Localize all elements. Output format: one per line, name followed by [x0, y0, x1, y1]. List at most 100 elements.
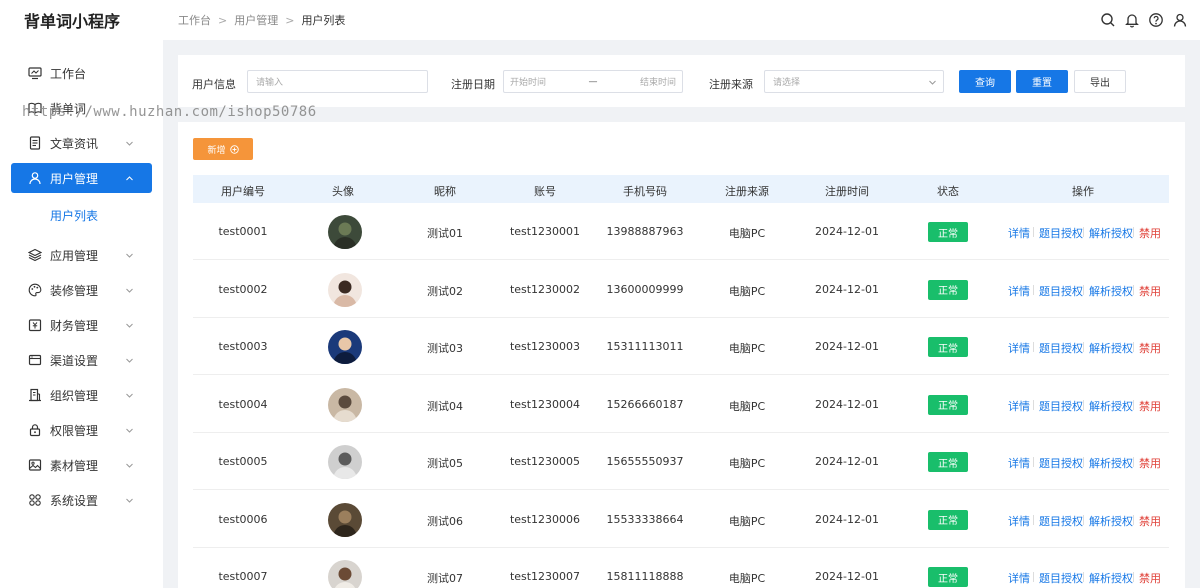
sidebar-item-user-management[interactable]: 用户管理: [11, 163, 152, 193]
bell-icon[interactable]: [1124, 12, 1140, 28]
sidebar-item-organization[interactable]: 组织管理: [11, 380, 152, 410]
export-button[interactable]: 导出: [1074, 70, 1126, 93]
date-range-separator: —: [588, 76, 598, 87]
chevron-down-icon: [929, 80, 936, 85]
detail-link[interactable]: 详情: [1008, 225, 1030, 241]
detail-link[interactable]: 详情: [1008, 455, 1030, 471]
status-badge: 正常: [928, 509, 968, 530]
user-info-input[interactable]: 请输入: [247, 70, 428, 93]
sidebar-item-material[interactable]: 素材管理: [11, 450, 152, 480]
cell-source: 电脑PC: [728, 227, 766, 240]
monitor-icon: [28, 66, 42, 80]
cell-user-id: test0005: [218, 455, 268, 468]
cell-nickname: 测试02: [427, 284, 463, 298]
sidebar-item-articles[interactable]: 文章资讯: [11, 128, 152, 158]
cell-account: test1230005: [509, 455, 581, 468]
sidebar-item-permission[interactable]: 权限管理: [11, 415, 152, 445]
sidebar-item-app-management[interactable]: 应用管理: [11, 240, 152, 270]
analysis-auth-link[interactable]: 解析授权: [1089, 398, 1133, 414]
channel-icon: [28, 353, 42, 367]
disable-link[interactable]: 禁用: [1139, 340, 1161, 356]
action-separator: [1033, 342, 1034, 352]
sidebar-item-label: 装修管理: [50, 283, 99, 298]
sidebar-item-channel[interactable]: 渠道设置: [11, 345, 152, 375]
date-range-picker[interactable]: 开始时间 — 结束时间: [503, 70, 683, 93]
action-separator: [1033, 284, 1034, 295]
action-separator: [1133, 284, 1134, 295]
building-icon: [28, 388, 42, 402]
analysis-auth-link[interactable]: 解析授权: [1089, 513, 1133, 529]
header-col-account: 账号: [534, 185, 556, 198]
sidebar-item-finance[interactable]: 财务管理: [11, 310, 152, 340]
cell-reg-time: 2024-12-01: [815, 455, 879, 468]
end-date-placeholder[interactable]: 结束时间: [640, 75, 676, 88]
disable-link[interactable]: 禁用: [1139, 455, 1161, 471]
table-row: test0003 测试03 test1230003 15311113011 电脑PC 20…: [193, 318, 1169, 375]
sidebar-item-system-settings[interactable]: 系统设置: [11, 485, 152, 515]
breadcrumb-workbench[interactable]: 工作台: [178, 12, 211, 28]
sidebar-item-label: 素材管理: [50, 458, 99, 473]
disable-link[interactable]: 禁用: [1139, 283, 1161, 299]
analysis-auth-link[interactable]: 解析授权: [1089, 570, 1133, 586]
action-separator: [1083, 457, 1084, 467]
search-icon[interactable]: [1100, 12, 1116, 28]
question-auth-link[interactable]: 题目授权: [1039, 225, 1083, 241]
disable-link[interactable]: 禁用: [1139, 398, 1161, 414]
chevron-down-icon: [126, 253, 133, 258]
header-col-user-id: 用户编号: [221, 185, 265, 198]
header-col-reg-time: 注册时间: [825, 185, 869, 198]
chevron-down-icon: [126, 463, 133, 468]
source-placeholder: 请选择: [773, 78, 801, 88]
user-table-panel: 新增 用户编号 头像 昵称 账号 手机号码 注册来源 注册时间 状态 操作 test0001 测试…: [178, 122, 1185, 588]
analysis-auth-link[interactable]: 解析授权: [1089, 340, 1133, 356]
header-col-source: 注册来源: [725, 185, 769, 198]
chevron-down-icon: [126, 428, 133, 433]
detail-link[interactable]: 详情: [1008, 570, 1030, 586]
detail-link[interactable]: 详情: [1008, 398, 1030, 414]
cell-source: 电脑PC: [728, 399, 766, 413]
action-separator: [1033, 227, 1034, 237]
header-col-avatar: 头像: [332, 185, 354, 198]
query-button[interactable]: 查询: [959, 70, 1011, 93]
source-label: 注册来源: [709, 78, 753, 91]
detail-link[interactable]: 详情: [1008, 513, 1030, 529]
breadcrumb-user-management[interactable]: 用户管理: [234, 12, 278, 28]
status-badge: 正常: [928, 222, 968, 242]
analysis-auth-link[interactable]: 解析授权: [1089, 225, 1133, 241]
question-auth-link[interactable]: 题目授权: [1039, 283, 1083, 299]
user-icon[interactable]: [1172, 12, 1188, 28]
start-date-placeholder[interactable]: 开始时间: [510, 75, 546, 88]
source-select[interactable]: 请选择: [764, 70, 944, 93]
sidebar-subitem-user-list[interactable]: 用户列表: [50, 207, 98, 224]
help-icon[interactable]: [1148, 12, 1164, 28]
action-separator: [1033, 399, 1034, 410]
cell-source: 电脑PC: [728, 572, 766, 585]
sidebar-item-label: 用户管理: [50, 171, 99, 186]
cell-reg-time: 2024-12-01: [815, 512, 879, 526]
disable-link[interactable]: 禁用: [1139, 225, 1161, 241]
table-header: 用户编号 头像 昵称 账号 手机号码 注册来源 注册时间 状态 操作: [193, 175, 1169, 203]
reg-date-label: 注册日期: [451, 78, 495, 91]
add-user-button[interactable]: 新增: [193, 138, 253, 160]
disable-link[interactable]: 禁用: [1139, 570, 1161, 586]
cell-nickname: 测试07: [427, 572, 463, 585]
question-auth-link[interactable]: 题目授权: [1039, 340, 1083, 356]
sidebar-item-decoration[interactable]: 装修管理: [11, 275, 152, 305]
disable-link[interactable]: 禁用: [1139, 513, 1161, 529]
detail-link[interactable]: 详情: [1008, 283, 1030, 299]
analysis-auth-link[interactable]: 解析授权: [1089, 283, 1133, 299]
analysis-auth-link[interactable]: 解析授权: [1089, 455, 1133, 471]
question-auth-link[interactable]: 题目授权: [1039, 570, 1083, 586]
question-auth-link[interactable]: 题目授权: [1039, 398, 1083, 414]
reset-button[interactable]: 重置: [1016, 70, 1068, 93]
avatar: [328, 330, 362, 364]
question-auth-link[interactable]: 题目授权: [1039, 513, 1083, 529]
avatar: [328, 445, 362, 479]
sidebar-item-workbench[interactable]: 工作台: [11, 58, 152, 88]
cell-account: test1230001: [509, 225, 581, 238]
cell-source: 电脑PC: [728, 514, 766, 528]
question-auth-link[interactable]: 题目授权: [1039, 455, 1083, 471]
filter-panel: 用户信息 请输入 注册日期 开始时间 — 结束时间 注册来源 请选择 查询 重置…: [178, 55, 1185, 107]
detail-link[interactable]: 详情: [1008, 340, 1030, 356]
status-badge: 正常: [928, 337, 968, 357]
